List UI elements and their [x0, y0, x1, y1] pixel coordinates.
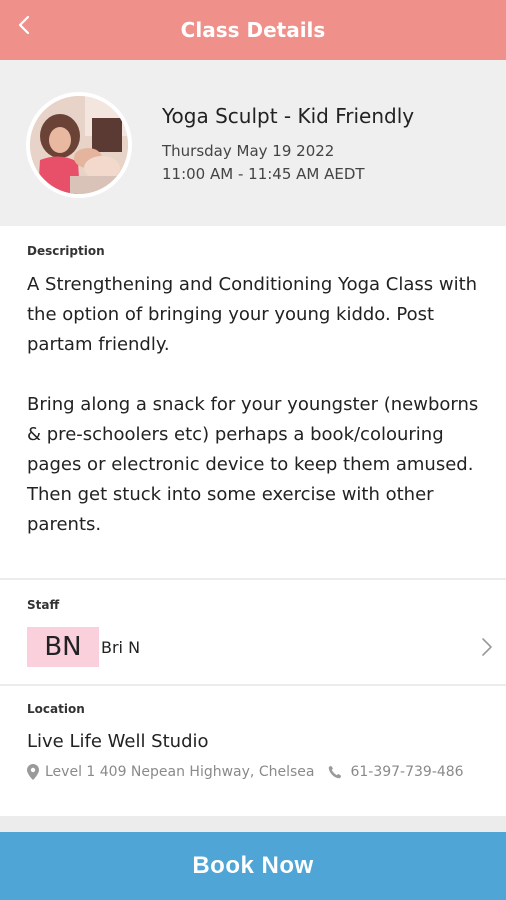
description-section: Description A Strengthening and Conditio… [0, 226, 506, 578]
chevron-left-icon [18, 15, 30, 35]
back-button[interactable] [12, 10, 36, 40]
chevron-right-icon [482, 638, 492, 656]
phone-icon [329, 765, 342, 779]
book-now-label: Book Now [192, 852, 314, 879]
location-section: Location Live Life Well Studio Level 1 4… [0, 686, 506, 816]
staff-section: Staff BN Bri N [0, 580, 506, 684]
app-header: Class Details [0, 0, 506, 60]
location-address[interactable]: Level 1 409 Nepean Highway, Chelsea [45, 764, 314, 780]
staff-row[interactable]: BN Bri N [27, 627, 497, 667]
location-name: Live Life Well Studio [27, 731, 209, 752]
class-name: Yoga Sculpt - Kid Friendly [162, 104, 415, 128]
staff-name: Bri N [101, 637, 141, 657]
book-now-button[interactable]: Book Now [0, 832, 506, 900]
map-pin-icon [27, 764, 39, 780]
staff-label: Staff [27, 598, 60, 612]
description-label: Description [27, 244, 105, 258]
location-details: Level 1 409 Nepean Highway, Chelsea 61-3… [27, 764, 497, 780]
class-image [26, 92, 132, 198]
staff-initials-avatar: BN [27, 627, 99, 667]
page-title: Class Details [180, 18, 326, 42]
location-phone[interactable]: 61-397-739-486 [350, 764, 463, 780]
location-label: Location [27, 702, 85, 716]
description-text: A Strengthening and Conditioning Yoga Cl… [27, 274, 479, 535]
class-date: Thursday May 19 2022 [162, 142, 335, 160]
class-summary: Yoga Sculpt - Kid Friendly Thursday May … [0, 60, 506, 226]
class-time: 11:00 AM - 11:45 AM AEDT [162, 165, 365, 183]
